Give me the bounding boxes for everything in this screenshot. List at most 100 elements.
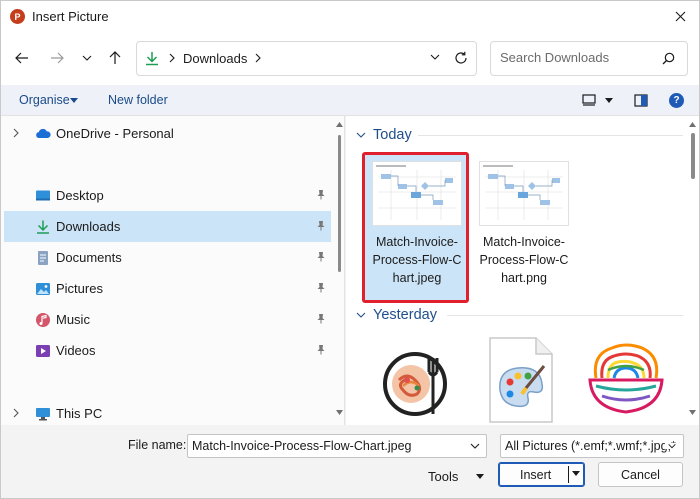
file-name-label: Match-Invoice- Process-Flow-C hart.png <box>479 235 569 285</box>
scroll-up-icon[interactable] <box>336 122 343 127</box>
dialog-footer: File name: Match-Invoice-Process-Flow-Ch… <box>1 425 699 498</box>
refresh-icon[interactable] <box>454 51 468 65</box>
sidebar-item-downloads[interactable]: Downloads <box>4 211 331 242</box>
group-divider <box>418 135 683 136</box>
file-name-field[interactable]: Match-Invoice-Process-Flow-Chart.jpeg <box>187 434 487 458</box>
desktop-icon <box>36 190 50 201</box>
new-folder-button[interactable]: New folder <box>108 93 168 107</box>
caret-down-icon[interactable] <box>70 98 78 103</box>
pin-icon[interactable] <box>316 251 326 262</box>
caret-down-icon[interactable] <box>572 471 580 476</box>
command-bar: Organise New folder ? <box>1 85 699 116</box>
scrollbar-thumb[interactable] <box>338 135 341 272</box>
music-icon <box>36 313 50 327</box>
insert-picture-dialog: P Insert Picture Downloads Search Downlo… <box>0 0 700 499</box>
file-tile-png[interactable]: Match-Invoice- Process-Flow-C hart.png <box>472 154 576 300</box>
pictures-icon <box>36 283 50 295</box>
flowchart-thumbnail <box>479 161 569 226</box>
organise-button[interactable]: Organise <box>19 93 70 107</box>
collapse-chevron-icon[interactable] <box>356 132 366 138</box>
file-name-label: File name: <box>128 438 187 452</box>
download-arrow-icon <box>37 220 49 234</box>
close-button[interactable] <box>665 3 695 30</box>
back-button[interactable] <box>12 48 32 68</box>
group-header-today[interactable]: Today <box>356 127 412 143</box>
sidebar-item-documents[interactable]: Documents <box>4 242 331 273</box>
videos-icon <box>36 345 50 357</box>
file-tile-image[interactable] <box>582 334 670 422</box>
up-arrow-icon <box>109 51 121 64</box>
paint-palette-file-icon <box>489 337 553 423</box>
address-bar[interactable]: Downloads <box>136 41 477 76</box>
content-scrollbar[interactable] <box>686 116 699 425</box>
search-icon <box>662 52 675 65</box>
navigation-bar: Downloads <box>1 32 699 85</box>
group-divider <box>447 315 683 316</box>
chevron-right-icon <box>169 53 175 63</box>
address-history-chevron-icon[interactable] <box>430 54 440 60</box>
insert-button[interactable]: Insert <box>498 462 585 487</box>
expand-chevron-icon[interactable] <box>13 128 19 138</box>
download-arrow-icon <box>146 52 158 66</box>
file-tile-image[interactable] <box>371 336 459 424</box>
onedrive-cloud-icon <box>36 128 51 138</box>
group-header-yesterday[interactable]: Yesterday <box>356 307 437 323</box>
pin-icon[interactable] <box>316 282 326 293</box>
file-type-value: All Pictures (*.emf;*.wmf;*.jpg;* <box>505 439 676 453</box>
sidebar-item-pictures[interactable]: Pictures <box>4 273 331 304</box>
forward-button[interactable] <box>47 48 67 68</box>
file-type-select[interactable]: All Pictures (*.emf;*.wmf;*.jpg;* <box>500 434 684 458</box>
chevron-right-icon[interactable] <box>255 53 261 63</box>
noodle-bowl-icon <box>588 343 664 414</box>
this-pc-icon <box>36 408 50 421</box>
sidebar-item-desktop[interactable]: Desktop <box>4 180 331 211</box>
file-tile-image[interactable] <box>486 336 574 424</box>
chevron-down-icon <box>82 55 92 61</box>
insert-button-label: Insert <box>520 468 552 482</box>
sidebar-item-label: Documents <box>56 250 122 265</box>
view-options-icon[interactable] <box>582 94 596 106</box>
tools-button[interactable]: Tools <box>428 469 458 484</box>
recent-locations-button[interactable] <box>77 48 97 68</box>
pin-icon[interactable] <box>316 313 326 324</box>
cancel-button[interactable]: Cancel <box>598 462 683 487</box>
group-label: Yesterday <box>373 307 437 323</box>
selection-highlight <box>362 152 469 303</box>
file-name-value[interactable]: Match-Invoice-Process-Flow-Chart.jpeg <box>192 439 412 453</box>
forward-arrow-icon <box>51 52 64 64</box>
group-label: Today <box>373 127 412 143</box>
scroll-down-icon[interactable] <box>689 410 696 415</box>
sidebar-item-videos[interactable]: Videos <box>4 335 331 366</box>
scrollbar-thumb[interactable] <box>691 133 695 179</box>
search-input[interactable] <box>500 50 660 65</box>
chevron-down-icon[interactable] <box>665 443 677 449</box>
sidebar-item-music[interactable]: Music <box>4 304 331 335</box>
scroll-down-icon[interactable] <box>336 410 343 415</box>
pin-icon[interactable] <box>316 344 326 355</box>
pin-icon[interactable] <box>316 189 326 200</box>
sidebar-item-onedrive[interactable]: OneDrive - Personal <box>4 118 331 149</box>
scroll-up-icon[interactable] <box>689 122 696 127</box>
navigation-scrollbar[interactable] <box>334 116 344 425</box>
caret-down-icon[interactable] <box>476 474 484 479</box>
expand-chevron-icon[interactable] <box>13 408 19 418</box>
title-bar: P Insert Picture <box>1 1 699 32</box>
split-divider <box>568 466 569 483</box>
food-plate-icon <box>383 352 447 416</box>
view-caret-down-icon[interactable] <box>605 98 613 103</box>
collapse-chevron-icon[interactable] <box>356 312 366 318</box>
sidebar-item-this-pc[interactable]: This PC <box>4 398 331 425</box>
pin-icon[interactable] <box>316 220 326 231</box>
sidebar-item-label: Videos <box>56 343 96 358</box>
chevron-down-icon[interactable] <box>470 443 480 449</box>
documents-icon <box>38 251 48 265</box>
search-box[interactable] <box>490 41 688 76</box>
address-location[interactable]: Downloads <box>183 51 247 66</box>
cancel-button-label: Cancel <box>621 468 660 482</box>
preview-pane-icon[interactable] <box>634 94 648 107</box>
sidebar-item-label: This PC <box>56 406 103 421</box>
help-icon[interactable]: ? <box>669 93 684 108</box>
up-button[interactable] <box>105 48 125 68</box>
powerpoint-app-icon: P <box>10 9 25 24</box>
flowchart-preview-icon <box>480 162 568 225</box>
